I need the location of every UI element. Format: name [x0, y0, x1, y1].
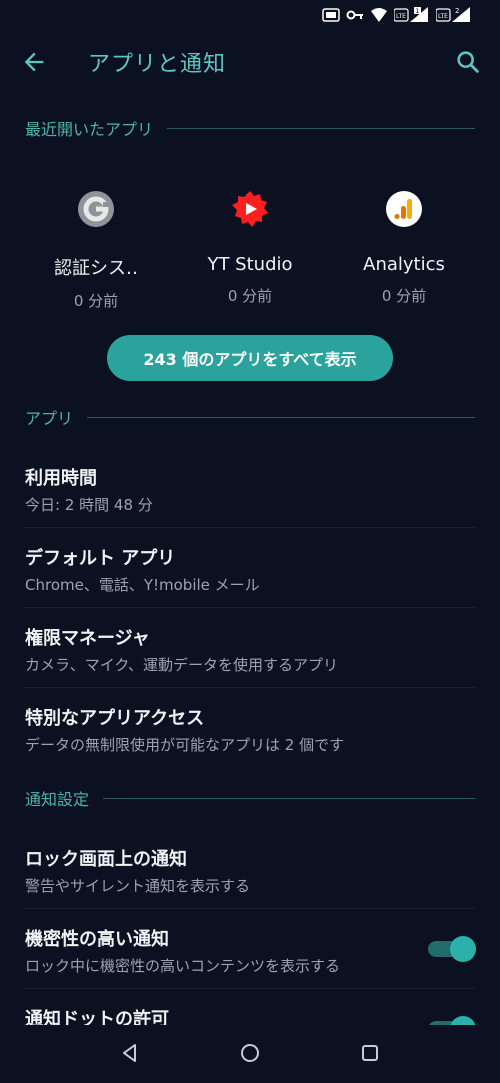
sensitive-notifications-toggle[interactable] — [428, 936, 476, 962]
vpn-key-icon — [346, 10, 363, 20]
google-authenticator-icon — [78, 191, 114, 227]
recent-app-yt-studio[interactable]: YT Studio 0 分前 — [175, 190, 325, 306]
yt-studio-icon — [232, 191, 268, 227]
list-item-sensitive-notifications[interactable]: 機密性の高い通知 ロック中に機密性の高いコンテンツを表示する — [0, 909, 500, 989]
status-bar: LTE 1 LTE 2 — [0, 0, 500, 30]
signal-sim1-icon: LTE 1 — [394, 7, 428, 22]
recent-app-authenticator[interactable]: 認証シス‥ 0 分前 — [21, 190, 171, 311]
list-item-lock-screen-notifications[interactable]: ロック画面上の通知 警告やサイレント通知を表示する — [0, 829, 500, 909]
page-title: アプリと通知 — [88, 52, 227, 77]
notification-section-header: 通知設定 — [25, 786, 475, 810]
svg-text:LTE: LTE — [438, 13, 448, 20]
svg-text:2: 2 — [455, 7, 459, 15]
back-arrow-icon[interactable] — [20, 48, 48, 76]
navigation-bar — [0, 1025, 500, 1083]
recent-apps-header: 最近開いたアプリ — [25, 116, 475, 140]
list-item-special-app-access[interactable]: 特別なアプリアクセス データの無制限使用が可能なアプリは 2 個です — [0, 688, 500, 768]
nav-back-icon[interactable] — [118, 1041, 142, 1065]
nav-home-icon[interactable] — [238, 1041, 262, 1065]
apps-section-header: アプリ — [25, 405, 475, 429]
wifi-icon — [371, 8, 387, 22]
recent-apps: 認証シス‥ 0 分前 YT Studio 0 分前 Analytics 0 分前 — [0, 186, 500, 310]
app-bar: アプリと通知 — [0, 30, 500, 94]
recent-app-analytics[interactable]: Analytics 0 分前 — [329, 190, 479, 306]
search-icon[interactable] — [454, 48, 482, 76]
list-item-permission-manager[interactable]: 権限マネージャ カメラ、マイク、運動データを使用するアプリ — [0, 608, 500, 688]
list-item-screen-time[interactable]: 利用時間 今日: 2 時間 48 分 — [0, 448, 500, 528]
show-all-apps-button[interactable]: 243 個のアプリをすべて表示 — [107, 335, 393, 381]
nav-recents-icon[interactable] — [358, 1041, 382, 1065]
list-item-default-apps[interactable]: デフォルト アプリ Chrome、電話、Y!mobile メール — [0, 528, 500, 608]
signal-sim2-icon: LTE 2 — [436, 7, 470, 22]
nfc-icon — [322, 8, 340, 22]
svg-text:LTE: LTE — [396, 13, 406, 20]
analytics-icon — [386, 191, 422, 227]
svg-text:1: 1 — [416, 8, 420, 15]
